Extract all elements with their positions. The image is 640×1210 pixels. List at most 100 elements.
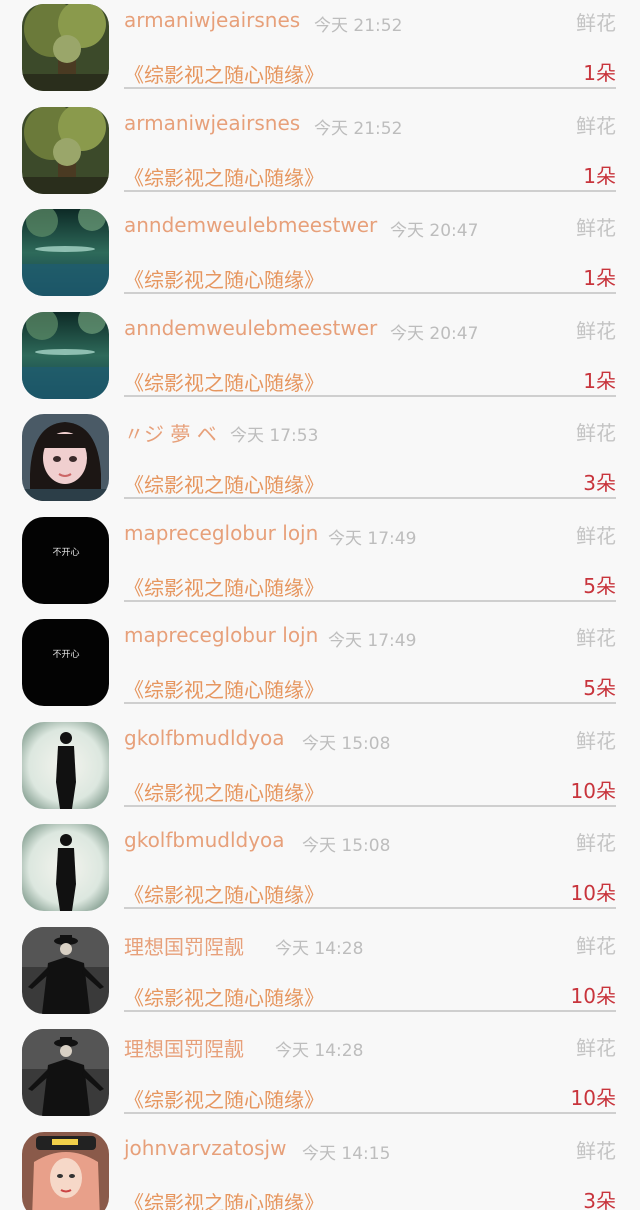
avatar-text: 不开心 [52, 547, 79, 558]
gift-type-label: 鲜花 [576, 421, 616, 445]
divider [124, 600, 616, 602]
book-title[interactable]: 《综影视之随心随缘》 [124, 264, 324, 293]
avatar[interactable] [22, 1029, 109, 1116]
book-title[interactable]: 《综影视之随心随缘》 [124, 367, 324, 396]
avatar[interactable] [22, 107, 109, 194]
book-title[interactable]: 《综影视之随心随缘》 [124, 777, 324, 806]
timestamp: 今天 14:28 [275, 1041, 364, 1061]
divider [124, 1112, 616, 1114]
user-name[interactable]: mapreceglobur lojn [124, 623, 318, 647]
divider [124, 87, 616, 89]
gift-type-label: 鲜花 [576, 1139, 616, 1163]
user-name[interactable]: johnvarvzatosjw [124, 1136, 286, 1160]
girl-avatar-image [22, 414, 109, 501]
user-name[interactable]: 理想国罚陧靓 [124, 931, 244, 960]
user-name[interactable]: gkolfbmudldyoa [124, 828, 285, 852]
avatar[interactable] [22, 312, 109, 399]
user-name[interactable]: armaniwjeairsnes [124, 8, 300, 32]
divider [124, 907, 616, 909]
gift-type-label: 鲜花 [576, 524, 616, 548]
divider [124, 190, 616, 192]
pink-hair-avatar-image [22, 1132, 109, 1210]
book-title[interactable]: 《综影视之随心随缘》 [124, 982, 324, 1011]
avatar[interactable] [22, 209, 109, 296]
book-title[interactable]: 《综影视之随心随缘》 [124, 162, 324, 191]
divider [124, 702, 616, 704]
list-item[interactable]: armaniwjeairsnes 今天 21:52 鲜花 《综影视之随心随缘》 … [0, 0, 640, 102]
divider [124, 1010, 616, 1012]
timestamp: 今天 17:49 [328, 631, 417, 651]
avatar[interactable] [22, 824, 109, 911]
gift-type-label: 鲜花 [576, 319, 616, 343]
avatar[interactable] [22, 1132, 109, 1210]
avatar-text: 不开心 [52, 649, 79, 660]
black-text-avatar-image: 不开心 [22, 619, 109, 706]
flower-count: 5朵 [583, 574, 616, 598]
timestamp: 今天 14:28 [275, 939, 364, 959]
list-item[interactable]: gkolfbmudldyoa 今天 15:08 鲜花 《综影视之随心随缘》 10… [0, 718, 640, 820]
timestamp: 今天 17:49 [328, 529, 417, 549]
book-title[interactable]: 《综影视之随心随缘》 [124, 469, 324, 498]
flower-count: 10朵 [570, 1086, 616, 1110]
book-title[interactable]: 《综影视之随心随缘》 [124, 879, 324, 908]
avatar[interactable] [22, 927, 109, 1014]
user-name[interactable]: anndemweulebmeestwer [124, 316, 377, 340]
timestamp: 今天 20:47 [390, 221, 479, 241]
list-item[interactable]: 理想国罚陧靓 今天 14:28 鲜花 《综影视之随心随缘》 10朵 [0, 923, 640, 1025]
avatar[interactable] [22, 722, 109, 809]
avatar[interactable]: 不开心 [22, 517, 109, 604]
gift-type-label: 鲜花 [576, 934, 616, 958]
list-item[interactable]: anndemweulebmeestwer 今天 20:47 鲜花 《综影视之随心… [0, 205, 640, 307]
avatar[interactable]: 不开心 [22, 619, 109, 706]
timestamp: 今天 21:52 [314, 119, 403, 139]
divider [124, 395, 616, 397]
list-item[interactable]: gkolfbmudldyoa 今天 15:08 鲜花 《综影视之随心随缘》 10… [0, 820, 640, 922]
lake-avatar-image [22, 209, 109, 296]
timestamp: 今天 15:08 [302, 734, 391, 754]
timestamp: 今天 20:47 [390, 324, 479, 344]
list-item[interactable]: johnvarvzatosjw 今天 14:15 鲜花 《综影视之随心随缘》 3… [0, 1128, 640, 1210]
user-name[interactable]: gkolfbmudldyoa [124, 726, 285, 750]
flower-count: 5朵 [583, 676, 616, 700]
flower-count: 3朵 [583, 1189, 616, 1210]
dark-figure-avatar-image [22, 1029, 109, 1116]
lake-avatar-image [22, 312, 109, 399]
book-title[interactable]: 《综影视之随心随缘》 [124, 1084, 324, 1113]
avatar[interactable] [22, 414, 109, 501]
flower-count: 1朵 [583, 164, 616, 188]
flower-count: 1朵 [583, 61, 616, 85]
list-item[interactable]: 理想国罚陧靓 今天 14:28 鲜花 《综影视之随心随缘》 10朵 [0, 1025, 640, 1127]
timestamp: 今天 21:52 [314, 16, 403, 36]
book-title[interactable]: 《综影视之随心随缘》 [124, 674, 324, 703]
user-name[interactable]: mapreceglobur lojn [124, 521, 318, 545]
flower-count: 3朵 [583, 471, 616, 495]
silhouette-avatar-image [22, 722, 109, 809]
gift-type-label: 鲜花 [576, 729, 616, 753]
divider [124, 292, 616, 294]
gift-type-label: 鲜花 [576, 216, 616, 240]
list-item[interactable]: 不开心 mapreceglobur lojn 今天 17:49 鲜花 《综影视之… [0, 513, 640, 615]
user-name[interactable]: 〃ジ 夢 ベ [124, 418, 217, 447]
timestamp: 今天 17:53 [230, 426, 319, 446]
timestamp: 今天 14:15 [302, 1144, 391, 1164]
flower-count: 1朵 [583, 266, 616, 290]
flower-count: 10朵 [570, 779, 616, 803]
flower-count: 10朵 [570, 984, 616, 1008]
book-title[interactable]: 《综影视之随心随缘》 [124, 572, 324, 601]
gift-type-label: 鲜花 [576, 831, 616, 855]
user-name[interactable]: 理想国罚陧靓 [124, 1033, 244, 1062]
gift-type-label: 鲜花 [576, 114, 616, 138]
user-name[interactable]: anndemweulebmeestwer [124, 213, 377, 237]
divider [124, 497, 616, 499]
user-name[interactable]: armaniwjeairsnes [124, 111, 300, 135]
list-item[interactable]: anndemweulebmeestwer 今天 20:47 鲜花 《综影视之随心… [0, 308, 640, 410]
book-title[interactable]: 《综影视之随心随缘》 [124, 59, 324, 88]
gift-type-label: 鲜花 [576, 11, 616, 35]
tree-avatar-image [22, 107, 109, 194]
book-title[interactable]: 《综影视之随心随缘》 [124, 1187, 324, 1210]
list-item[interactable]: armaniwjeairsnes 今天 21:52 鲜花 《综影视之随心随缘》 … [0, 103, 640, 205]
list-item[interactable]: 不开心 mapreceglobur lojn 今天 17:49 鲜花 《综影视之… [0, 615, 640, 717]
avatar[interactable] [22, 4, 109, 91]
black-text-avatar-image: 不开心 [22, 517, 109, 604]
list-item[interactable]: 〃ジ 夢 ベ 今天 17:53 鲜花 《综影视之随心随缘》 3朵 [0, 410, 640, 512]
